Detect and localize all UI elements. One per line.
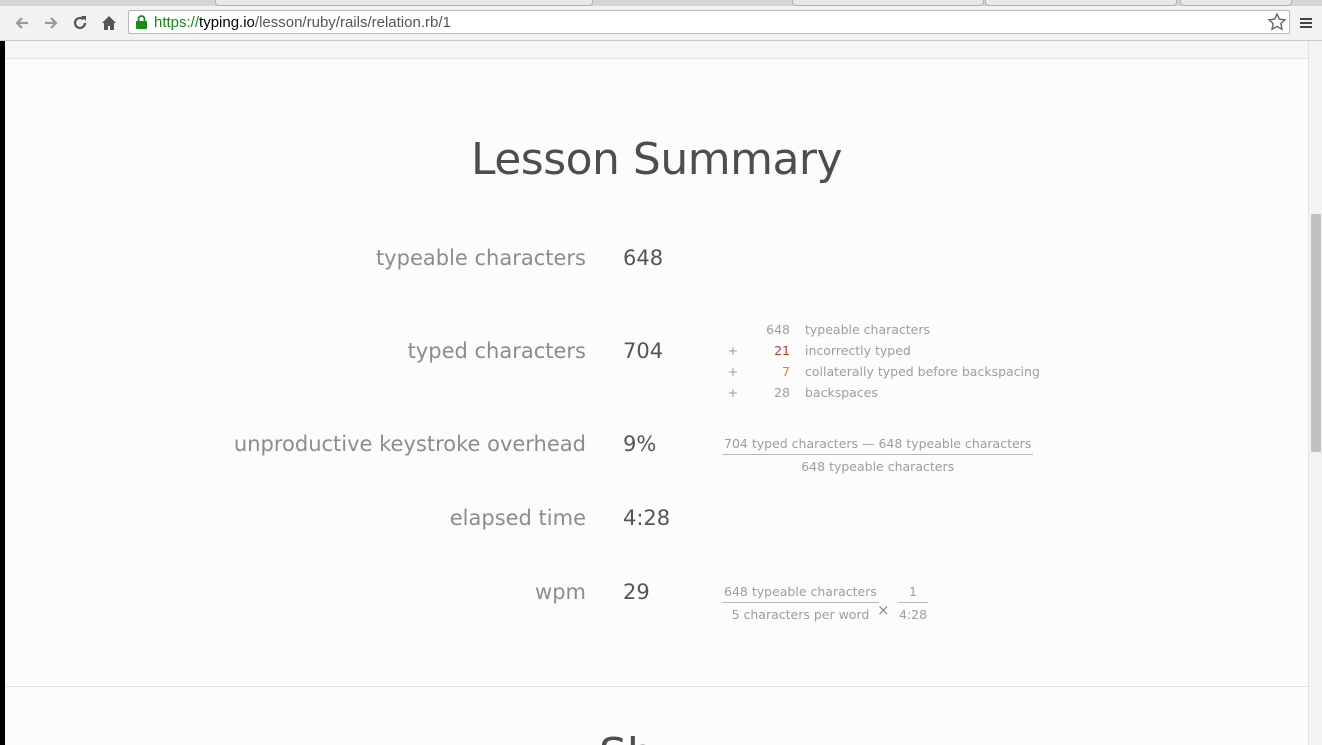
elapsed-time-value: 4:28 [623, 506, 671, 530]
home-icon [102, 16, 116, 30]
wpm-formula-denominator: 5 characters per word [731, 607, 870, 622]
wpm-formula-numerator: 1 [898, 584, 928, 603]
page-content: Lesson Summary typeable characters 648 t… [5, 41, 1322, 745]
address-bar[interactable]: https://typing.io/lesson/ruby/rails/rela… [128, 10, 1290, 34]
forward-button[interactable] [38, 10, 64, 36]
back-button[interactable] [9, 10, 35, 36]
multiply-sign: × [877, 601, 890, 619]
wpm-label: wpm [535, 580, 586, 604]
section-divider [5, 686, 1308, 687]
breakdown-number: 648 [766, 322, 790, 337]
breakdown-operator: + [727, 385, 739, 400]
breakdown-number: 21 [774, 343, 790, 358]
overhead-value: 9% [623, 432, 657, 456]
browser-menu-button[interactable] [1294, 10, 1318, 36]
forward-arrow-icon [45, 17, 58, 29]
overhead-formula-denominator: 648 typeable characters [801, 459, 955, 474]
back-arrow-icon [15, 17, 28, 29]
url-host: typing.io [199, 14, 255, 31]
home-button[interactable] [96, 10, 122, 36]
typeable-characters-label: typeable characters [375, 246, 586, 270]
lock-icon [136, 15, 147, 29]
typed-characters-value: 704 [623, 339, 664, 363]
typeable-characters-value: 648 [623, 246, 664, 270]
next-section-title: Sh [599, 729, 655, 745]
browser-toolbar: https://typing.io/lesson/ruby/rails/rela… [0, 6, 1322, 41]
breakdown-description: collaterally typed before backspacing [805, 364, 1040, 379]
hamburger-menu-icon [1300, 18, 1312, 28]
breakdown-description: incorrectly typed [805, 343, 911, 358]
overhead-label: unproductive keystroke overhead [233, 432, 586, 456]
url-text[interactable]: https://typing.io/lesson/ruby/rails/rela… [154, 14, 451, 31]
page-top-bar [5, 41, 1308, 59]
url-scheme: https:// [154, 14, 200, 31]
reload-icon [73, 16, 87, 30]
reload-button[interactable] [67, 10, 93, 36]
breakdown-description: typeable characters [805, 322, 931, 337]
elapsed-time-label: elapsed time [449, 506, 586, 530]
wpm-value: 29 [623, 580, 650, 604]
breakdown-operator: + [727, 364, 739, 379]
wpm-formula-first-fraction: 648 typeable characters 5 characters per… [722, 584, 879, 622]
breakdown-description: backspaces [805, 385, 878, 400]
url-path: /lesson/ruby/rails/relation.rb/1 [254, 14, 451, 31]
typed-characters-label: typed characters [407, 339, 586, 363]
wpm-formula-denominator: 4:28 [898, 607, 928, 622]
wpm-formula-numerator: 648 typeable characters [722, 584, 879, 603]
bookmark-star-icon[interactable] [1267, 12, 1287, 32]
breakdown-number: 28 [774, 385, 790, 400]
breakdown-number: 7 [782, 364, 790, 379]
overhead-formula: 704 typed characters — 648 typeable char… [722, 436, 1034, 474]
breakdown-operator: + [727, 343, 739, 358]
wpm-formula-second-fraction: 1 4:28 [898, 584, 928, 622]
overhead-formula-numerator: 704 typed characters — 648 typeable char… [722, 436, 1034, 455]
page-title: Lesson Summary [470, 134, 843, 185]
scrollbar-thumb[interactable] [1311, 214, 1321, 452]
vertical-scrollbar[interactable] [1308, 41, 1322, 745]
